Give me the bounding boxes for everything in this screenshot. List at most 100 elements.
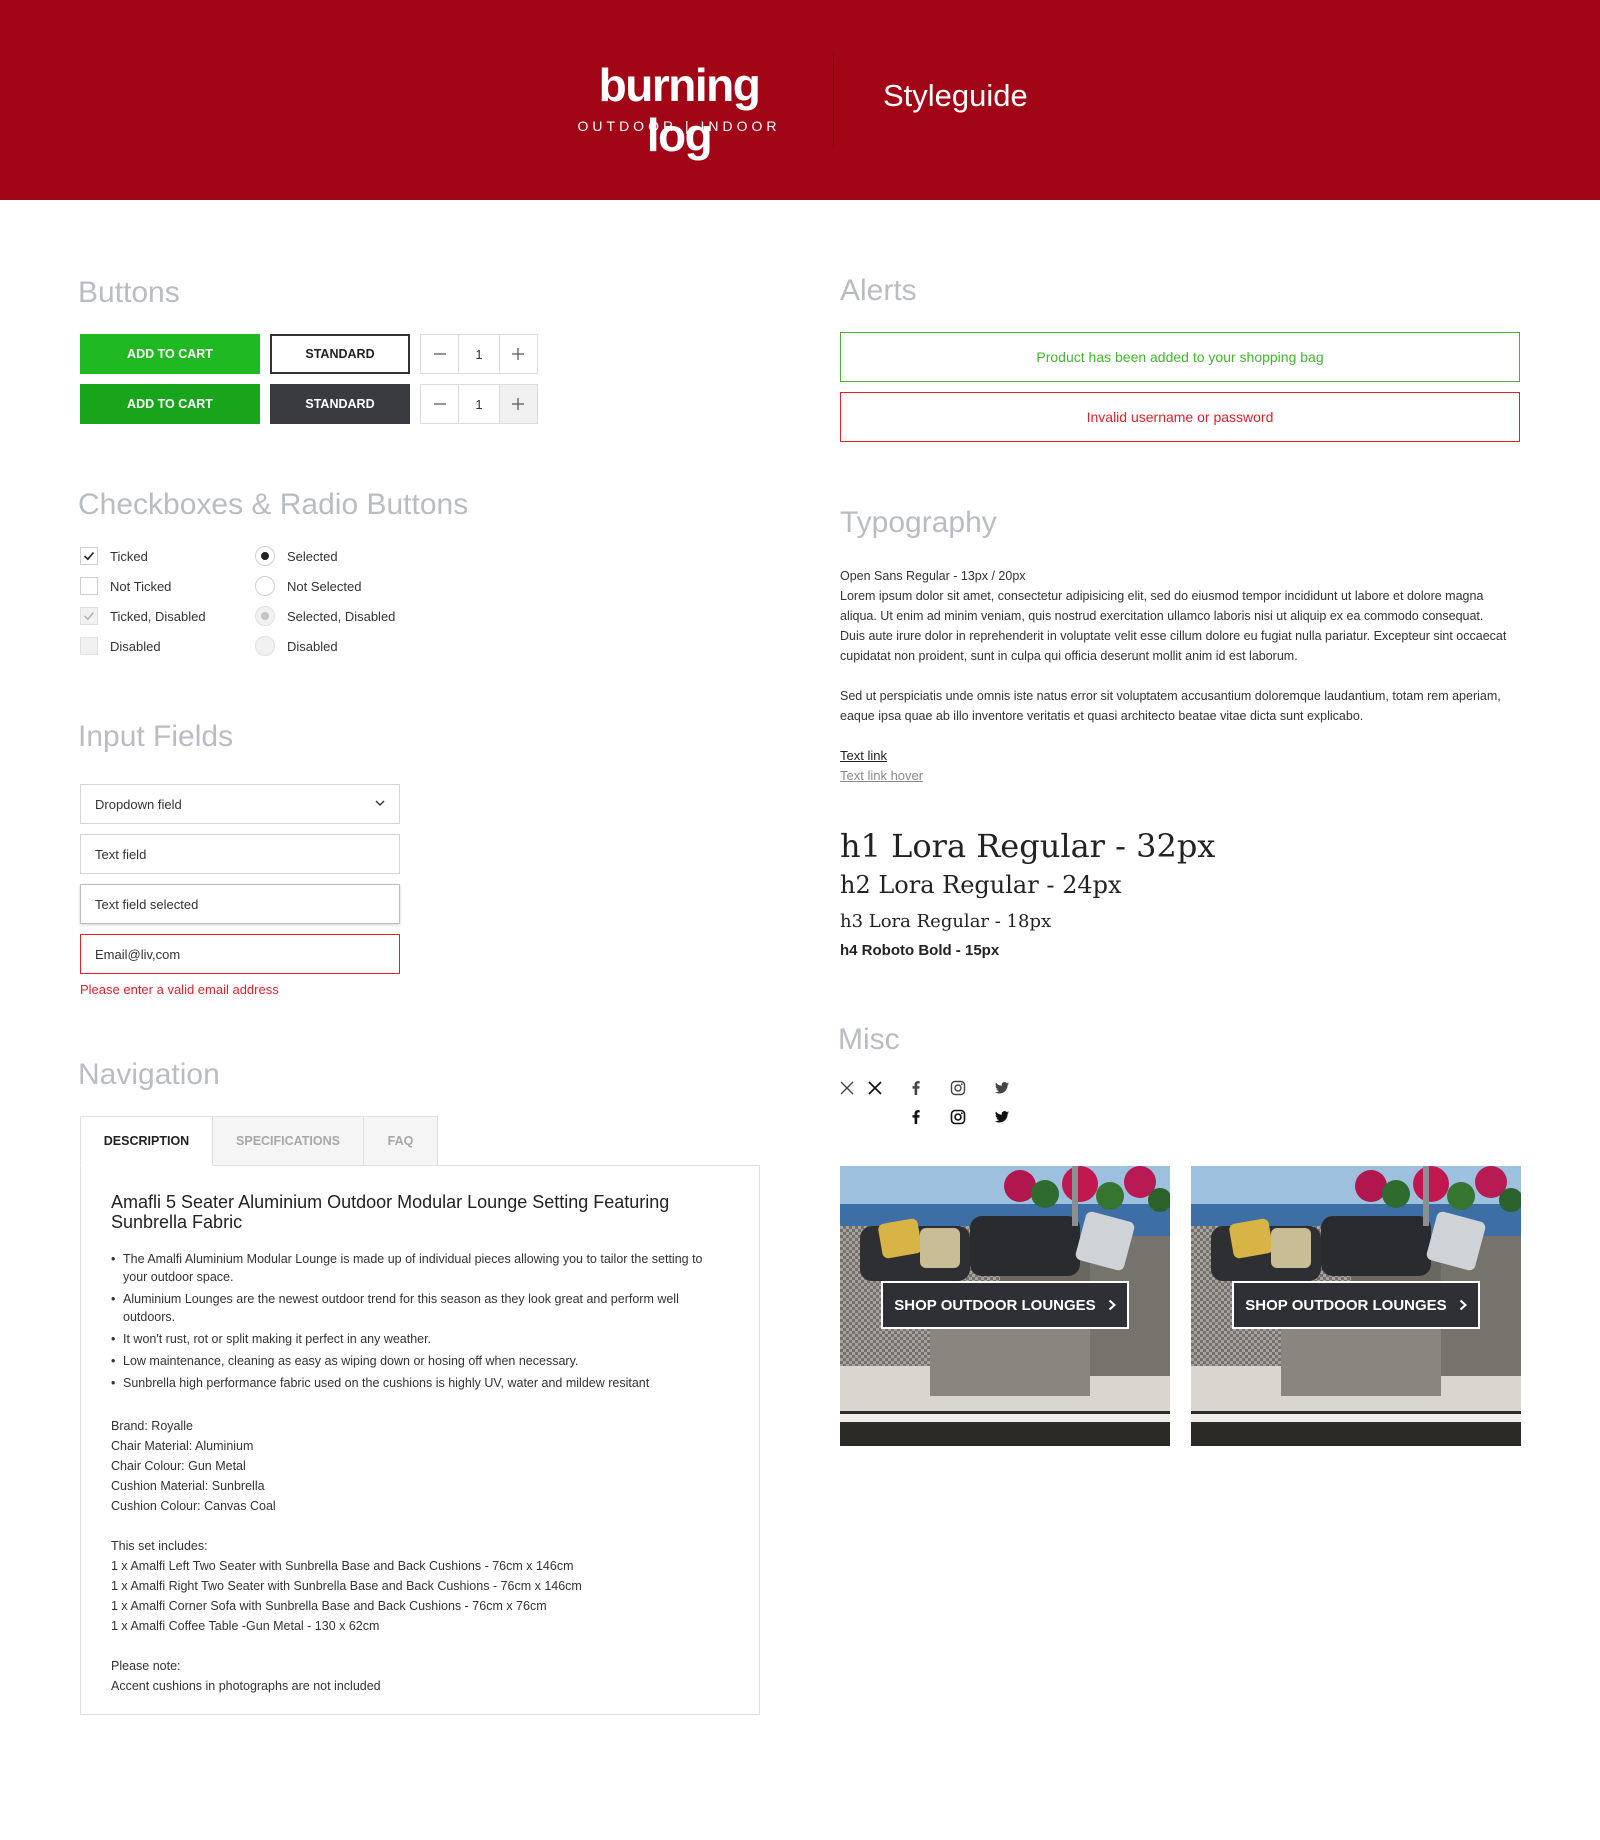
- radio-selected[interactable]: Selected: [255, 546, 338, 566]
- tab-faq[interactable]: FAQ: [363, 1116, 438, 1166]
- heading-h1-sample: h1 Lora Regular - 32px: [840, 827, 1216, 865]
- checkbox-label: Ticked, Disabled: [110, 608, 206, 624]
- checkbox-box[interactable]: [80, 577, 98, 595]
- text-link[interactable]: Text link: [840, 746, 887, 766]
- email-field[interactable]: Email@liv,com: [80, 934, 400, 974]
- product-title: Amafli 5 Seater Aluminium Outdoor Modula…: [111, 1192, 670, 1232]
- chevron-right-icon: [1459, 1299, 1467, 1311]
- product-specs: Brand: Royalle Chair Material: Aluminium…: [111, 1416, 711, 1516]
- heading-h2-sample: h2 Lora Regular - 24px: [840, 871, 1122, 899]
- promo-banner[interactable]: SHOP OUTDOOR LOUNGES: [840, 1166, 1170, 1446]
- add-to-cart-button[interactable]: ADD TO CART: [80, 334, 260, 374]
- banner-button-label: SHOP OUTDOOR LOUNGES: [1245, 1296, 1447, 1314]
- radio-not-selected[interactable]: Not Selected: [255, 576, 361, 596]
- spec-line: Chair Colour: Gun Metal: [111, 1459, 246, 1473]
- plus-icon[interactable]: [500, 335, 537, 373]
- list-item: Low maintenance, cleaning as easy as wip…: [111, 1352, 711, 1370]
- tab-description[interactable]: DESCRIPTION: [80, 1116, 213, 1166]
- paragraph-line: Duis aute irure dolor in reprehenderit i…: [840, 629, 1507, 643]
- logo[interactable]: burning log: [572, 60, 786, 160]
- radio-label: Selected: [287, 548, 338, 564]
- email-error-message: Please enter a valid email address: [80, 982, 279, 997]
- banner-button-label: SHOP OUTDOOR LOUNGES: [894, 1296, 1096, 1314]
- instagram-icon[interactable]: [948, 1107, 968, 1127]
- facebook-icon[interactable]: [906, 1078, 926, 1098]
- email-field-value: Email@liv,com: [95, 946, 181, 962]
- text-field[interactable]: Text field: [80, 834, 400, 874]
- radio-circle[interactable]: [255, 546, 275, 566]
- heading-h3-sample: h3 Lora Regular - 18px: [840, 911, 1052, 932]
- quantity-stepper[interactable]: 1: [420, 334, 538, 374]
- checkbox-label: Not Ticked: [110, 578, 172, 594]
- list-item: The Amalfi Aluminium Modular Lounge is m…: [111, 1250, 711, 1286]
- spec-line: Chair Material: Aluminium: [111, 1439, 254, 1453]
- tab-specifications[interactable]: SPECIFICATIONS: [212, 1116, 364, 1166]
- includes-line: 1 x Amalfi Left Two Seater with Sunbrell…: [111, 1559, 574, 1573]
- spec-line: Brand: Royalle: [111, 1419, 193, 1433]
- twitter-icon[interactable]: [992, 1078, 1012, 1098]
- radio-circle[interactable]: [255, 576, 275, 596]
- text-field-selected-value: Text field selected: [95, 896, 199, 912]
- checkbox-ticked-disabled: Ticked, Disabled: [80, 606, 206, 626]
- includes-line: This set includes:: [111, 1539, 208, 1553]
- chevron-down-icon[interactable]: [375, 798, 385, 810]
- tab-panel: Amafli 5 Seater Aluminium Outdoor Modula…: [80, 1165, 760, 1715]
- checkbox-ticked[interactable]: Ticked: [80, 546, 148, 566]
- spec-line: Cushion Colour: Canvas Coal: [111, 1499, 276, 1513]
- logo-tagline: OUTDOOR | INDOOR: [577, 118, 781, 134]
- dropdown-field[interactable]: Dropdown field: [80, 784, 400, 824]
- list-item: Sunbrella high performance fabric used o…: [111, 1374, 711, 1392]
- checkbox-disabled: Disabled: [80, 636, 161, 656]
- checkbox-label: Disabled: [110, 638, 161, 654]
- includes-line: 1 x Amalfi Right Two Seater with Sunbrel…: [111, 1579, 582, 1593]
- add-to-cart-button-hover[interactable]: ADD TO CART: [80, 384, 260, 424]
- standard-button-hover[interactable]: STANDARD: [270, 384, 410, 424]
- checkbox-box[interactable]: [80, 547, 98, 565]
- note-line: Accent cushions in photographs are not i…: [111, 1679, 381, 1693]
- quantity-value[interactable]: 1: [458, 335, 500, 373]
- text-field-selected[interactable]: Text field selected: [80, 884, 400, 924]
- product-includes: This set includes: 1 x Amalfi Left Two S…: [111, 1536, 711, 1636]
- list-item: It won't rust, rot or split making it pe…: [111, 1330, 711, 1348]
- facebook-icon[interactable]: [906, 1107, 926, 1127]
- includes-line: 1 x Amalfi Coffee Table -Gun Metal - 130…: [111, 1619, 380, 1633]
- minus-icon[interactable]: [421, 335, 458, 373]
- paragraph-line: aliqua. Ut enim ad minim veniam, quis no…: [840, 609, 1484, 623]
- checkbox-label: Ticked: [110, 548, 148, 564]
- heading-h4-sample: h4 Roboto Bold - 15px: [840, 942, 1000, 959]
- checkbox-box: [80, 607, 98, 625]
- font-spec: Open Sans Regular - 13px / 20px: [840, 569, 1026, 583]
- radio-label: Not Selected: [287, 578, 362, 594]
- alerts-section-title: Alerts: [840, 274, 917, 307]
- twitter-icon[interactable]: [992, 1107, 1012, 1127]
- typography-section-title: Typography: [840, 506, 997, 539]
- navigation-section-title: Navigation: [78, 1058, 220, 1091]
- check-icon: [83, 551, 95, 561]
- quantity-stepper-hover[interactable]: 1: [420, 384, 538, 424]
- quantity-value[interactable]: 1: [458, 385, 500, 423]
- instagram-icon[interactable]: [948, 1078, 968, 1098]
- radio-circle: [255, 636, 275, 656]
- radio-label: Selected, Disabled: [287, 608, 396, 624]
- spec-line: Cushion Material: Sunbrella: [111, 1479, 265, 1493]
- misc-section-title: Misc: [838, 1023, 900, 1056]
- product-features: The Amalfi Aluminium Modular Lounge is m…: [111, 1250, 711, 1396]
- close-icon[interactable]: [865, 1078, 885, 1098]
- standard-button[interactable]: STANDARD: [270, 334, 410, 374]
- plus-icon[interactable]: [499, 385, 537, 423]
- radio-disabled: Disabled: [255, 636, 338, 656]
- check-icon: [83, 611, 95, 621]
- dropdown-value: Dropdown field: [95, 796, 182, 812]
- inputs-section-title: Input Fields: [78, 720, 234, 753]
- error-alert: Invalid username or password: [840, 392, 1520, 442]
- checkbox-not-ticked[interactable]: Not Ticked: [80, 576, 171, 596]
- paragraph-line: eaque ipsa quae ab illo inventore verita…: [840, 709, 1364, 723]
- promo-banner[interactable]: SHOP OUTDOOR LOUNGES: [1191, 1166, 1521, 1446]
- close-icon[interactable]: [837, 1078, 857, 1098]
- shop-outdoor-lounges-button[interactable]: SHOP OUTDOOR LOUNGES: [1232, 1281, 1480, 1329]
- shop-outdoor-lounges-button[interactable]: SHOP OUTDOOR LOUNGES: [881, 1281, 1129, 1329]
- text-link-hover[interactable]: Text link hover: [840, 766, 923, 786]
- minus-icon[interactable]: [421, 385, 458, 423]
- radio-circle: [255, 606, 275, 626]
- paragraph-line: cupidatat non proident, sunt in culpa qu…: [840, 649, 1298, 663]
